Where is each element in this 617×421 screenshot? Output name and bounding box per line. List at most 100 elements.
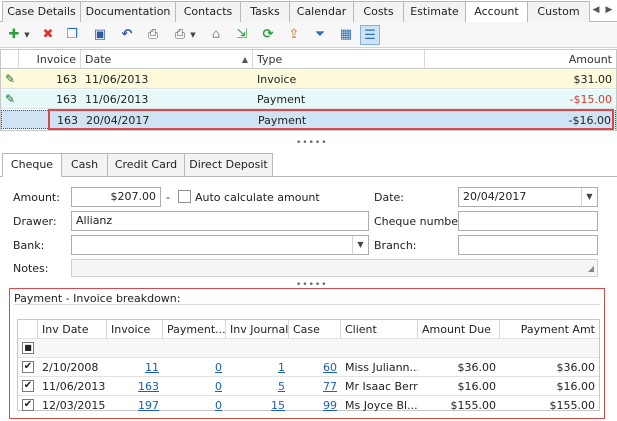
tab-cheque[interactable]: Cheque: [2, 153, 62, 177]
filter-icon[interactable]: ⏷: [310, 25, 330, 45]
bank-field[interactable]: ▼: [71, 235, 369, 255]
date-field[interactable]: 20/04/2017 ▼: [458, 187, 598, 207]
copy-icon[interactable]: ❐: [62, 25, 82, 45]
grid-cell-invoice: 163: [56, 73, 77, 86]
grid-cell-invoice: 163: [56, 93, 77, 106]
breakdown-header-invoice[interactable]: Invoice: [107, 320, 163, 339]
grid-row[interactable]: ✎ 163 11/06/2013 Invoice $31.00: [1, 70, 616, 89]
breakdown-case-link[interactable]: 99: [323, 399, 337, 412]
cheque-number-label: Cheque number:: [374, 215, 467, 228]
breakdown-cell-inv-date: 2/10/2008: [42, 361, 99, 374]
breakdown-cell-inv-date: 11/06/2013: [42, 380, 106, 393]
amount-field[interactable]: $207.00: [71, 187, 161, 207]
grid-header-amount[interactable]: Amount: [425, 50, 616, 69]
invoice-breakdown-panel: Payment - Invoice breakdown: Inv Date In…: [9, 288, 605, 419]
drawer-field[interactable]: Allianz: [71, 211, 369, 231]
breakdown-header-check: [18, 320, 38, 339]
preview-icon[interactable]: ⎙: [143, 25, 163, 45]
breakdown-invoice-link[interactable]: 11: [145, 361, 159, 374]
tab-custom[interactable]: Custom: [527, 1, 590, 22]
breakdown-payment-link[interactable]: 0: [215, 380, 222, 393]
breakdown-row[interactable]: ✔ 11/06/2013 163 0 5 77 Mr Isaac Berry $…: [18, 377, 599, 396]
tab-contacts[interactable]: Contacts: [175, 1, 241, 22]
breakdown-header-inv-journal[interactable]: Inv Journal: [226, 320, 289, 339]
breakdown-invoice-link[interactable]: 163: [138, 380, 159, 393]
tab-case-details[interactable]: Case Details: [2, 1, 81, 22]
undo-icon[interactable]: ↶: [117, 25, 137, 45]
breakdown-invoice-link[interactable]: 197: [138, 399, 159, 412]
breakdown-header-case[interactable]: Case: [289, 320, 341, 339]
notes-field[interactable]: ◢: [71, 259, 598, 277]
breakdown-header-payment[interactable]: Payment...: [163, 320, 226, 339]
breakdown-filter-row: ■: [18, 339, 599, 358]
grid-header-invoice[interactable]: Invoice: [19, 50, 81, 69]
grid-icon[interactable]: ▦: [336, 25, 356, 45]
breakdown-cell-payment-amt[interactable]: $155.00: [500, 396, 599, 415]
delete-icon[interactable]: ✖: [38, 25, 58, 45]
breakdown-header-client[interactable]: Client: [341, 320, 418, 339]
add-icon[interactable]: ✚: [4, 25, 24, 45]
bank-chevron-down-icon[interactable]: ▼: [352, 236, 368, 254]
breakdown-header-payment-amt[interactable]: Payment Amt: [500, 320, 599, 339]
branch-field[interactable]: [458, 235, 598, 255]
breakdown-inv-journal-link[interactable]: 15: [271, 399, 285, 412]
notes-resize-grip-icon[interactable]: ◢: [588, 260, 594, 276]
notes-label: Notes:: [13, 262, 49, 275]
grid-header-date-label: Date: [85, 53, 112, 66]
tab-scroll-left-icon[interactable]: ◀: [590, 3, 602, 18]
tab-scroll-right-icon[interactable]: ▶: [603, 3, 615, 18]
breakdown-header-amount-due[interactable]: Amount Due: [418, 320, 500, 339]
amount-label: Amount:: [13, 191, 60, 204]
print-icon[interactable]: ⎙: [170, 25, 190, 45]
auto-calculate-checkbox[interactable]: [178, 190, 191, 203]
breakdown-header: Inv Date Invoice Payment... Inv Journal …: [18, 320, 599, 339]
breakdown-row[interactable]: ✔ 12/03/2015 197 0 15 99 Ms Joyce Bl... …: [18, 396, 599, 415]
grid-header-date[interactable]: Date ▲: [81, 50, 253, 69]
edit-pencil-icon: ✎: [5, 72, 16, 86]
tab-calendar[interactable]: Calendar: [289, 1, 354, 22]
splitter-handle[interactable]: •••••: [296, 138, 328, 148]
breakdown-cell-payment-amt[interactable]: $36.00: [500, 358, 599, 377]
grid-row[interactable]: ✎ 163 11/06/2013 Payment -$15.00: [1, 90, 616, 109]
breakdown-cell-payment-amt[interactable]: $16.00: [500, 377, 599, 396]
bank-label: Bank:: [13, 239, 45, 252]
grid-header-indicator: [1, 50, 19, 69]
breakdown-row[interactable]: ✔ 2/10/2008 11 0 1 60 Miss Juliann... $3…: [18, 358, 599, 377]
refresh-icon[interactable]: ⟳: [258, 25, 278, 45]
tab-credit-card[interactable]: Credit Card: [107, 153, 185, 176]
breakdown-case-link[interactable]: 60: [323, 361, 337, 374]
save-icon[interactable]: ▣: [90, 25, 110, 45]
breakdown-cell-amount-due: $36.00: [457, 361, 497, 374]
date-chevron-down-icon[interactable]: ▼: [581, 188, 597, 206]
date-label: Date:: [374, 191, 404, 204]
tab-cash[interactable]: Cash: [61, 153, 108, 176]
module-tab-bar: Case Details Documentation Contacts Task…: [0, 0, 617, 23]
tab-direct-deposit[interactable]: Direct Deposit: [184, 153, 273, 176]
row-checkbox[interactable]: ✔: [22, 361, 34, 373]
tab-account[interactable]: Account: [465, 1, 528, 23]
layout-icon[interactable]: ☰: [360, 25, 380, 45]
add-dropdown-chevron-down-icon[interactable]: ▼: [22, 25, 32, 45]
tab-estimate[interactable]: Estimate: [403, 1, 466, 22]
cheque-number-field[interactable]: [458, 211, 598, 231]
toolbar: ✚ ▼ ✖ ❐ ▣ ↶ ⎙ ⎙ ▼ ⌂ ⇲ ⟳ ⇪ ⏷ ▦ ☰: [0, 22, 617, 48]
tab-tasks[interactable]: Tasks: [240, 1, 290, 22]
print-dropdown-chevron-down-icon[interactable]: ▼: [188, 25, 198, 45]
upload-icon[interactable]: ⇪: [284, 25, 304, 45]
row-checkbox[interactable]: ✔: [22, 380, 34, 392]
tab-costs[interactable]: Costs: [353, 1, 404, 22]
breakdown-header-inv-date[interactable]: Inv Date: [38, 320, 107, 339]
breakdown-payment-link[interactable]: 0: [215, 399, 222, 412]
export-icon[interactable]: ⇲: [232, 25, 252, 45]
grid-header: Invoice Date ▲ Type Amount: [1, 50, 616, 69]
breakdown-payment-link[interactable]: 0: [215, 361, 222, 374]
tab-documentation[interactable]: Documentation: [80, 1, 176, 22]
select-all-checkbox[interactable]: ■: [22, 342, 34, 354]
row-checkbox[interactable]: ✔: [22, 399, 34, 411]
home-icon[interactable]: ⌂: [206, 25, 226, 45]
grid-header-type[interactable]: Type: [253, 50, 425, 69]
breakdown-cell-client: Miss Juliann...: [345, 361, 418, 374]
breakdown-inv-journal-link[interactable]: 5: [278, 380, 285, 393]
breakdown-case-link[interactable]: 77: [323, 380, 337, 393]
breakdown-inv-journal-link[interactable]: 1: [278, 361, 285, 374]
